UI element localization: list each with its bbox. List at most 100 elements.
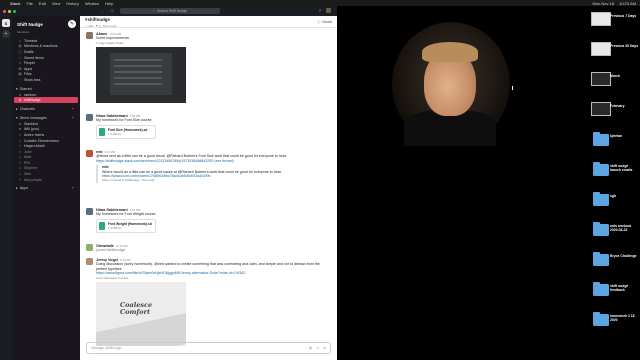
zoom-window-button[interactable] <box>13 9 16 13</box>
avatar[interactable] <box>86 114 93 121</box>
webcam-person-hair <box>422 42 478 62</box>
menu-help[interactable]: Help <box>105 1 113 6</box>
avatar[interactable] <box>86 32 93 39</box>
sidebar-item-label: Apps <box>24 66 33 71</box>
file-attachment[interactable]: Font Weight (Homework).sd 1.9 MB Zip <box>96 218 156 233</box>
caret-right-icon: ▸ <box>16 106 18 111</box>
message-author[interactable]: Nima Sakhtemani <box>96 114 128 118</box>
desktop-item-label: sgh <box>610 194 617 198</box>
workspace-name[interactable]: Shift Nudge <box>17 22 43 27</box>
search-icon: ⌕ <box>152 9 155 13</box>
desktop-item-label: Bryce Challenge <box>610 254 637 258</box>
poster-title-2: Comfort <box>120 308 150 317</box>
presence-icon: ○ <box>18 149 22 154</box>
add-people-item[interactable]: + Add people <box>12 177 80 183</box>
presence-icon: ● <box>18 127 22 132</box>
message-composer[interactable]: Message #shiftnudge @ ☺ ⊕ <box>86 342 331 354</box>
avatar[interactable] <box>86 208 93 215</box>
emoji-icon[interactable]: ☺ <box>316 346 319 350</box>
message-author[interactable]: Olowdaile <box>96 244 114 248</box>
add-dm-icon[interactable]: + <box>72 116 74 120</box>
folder-icon <box>593 192 609 206</box>
sidebar-channel-shiftnudge[interactable]: # shiftnudge <box>14 97 78 103</box>
message-time[interactable]: 5:40 PM <box>120 258 130 262</box>
message-time[interactable]: 11:16 AM <box>116 244 128 248</box>
file-attachment[interactable]: Font Size (Homework).sd 1.9 MB Zip <box>96 124 156 139</box>
attach-icon[interactable]: ⊕ <box>323 346 326 350</box>
message-author[interactable]: eeb <box>96 150 103 154</box>
menu-slack[interactable]: Slack <box>10 1 20 6</box>
add-workspace-icon[interactable]: + <box>2 30 10 38</box>
sidebar-item-icon: ▢ <box>18 49 22 54</box>
compose-icon[interactable]: ✎ <box>68 20 76 28</box>
starred-label: Starred <box>19 86 32 91</box>
presence-icon: ○ <box>18 138 22 143</box>
menu-history[interactable]: History <box>66 1 78 6</box>
details-button[interactable]: Details <box>322 20 332 24</box>
message-link[interactable]: https://shiftnudge.slack.com/archives/C0… <box>96 159 331 163</box>
quoted-message[interactable]: eeb Where would an a little can be a goo… <box>96 165 331 183</box>
message-time[interactable]: 10:03 AM <box>109 32 121 36</box>
workspace-switcher[interactable]: S <box>2 19 10 27</box>
plus-icon: + <box>18 177 22 182</box>
sidebar-item-icon: ⊞ <box>18 66 22 71</box>
folder-icon <box>593 282 609 296</box>
avatar[interactable] <box>326 8 331 13</box>
channel-title[interactable]: #shiftnudge <box>85 17 110 22</box>
add-channel-icon[interactable]: + <box>72 107 74 111</box>
help-icon[interactable]: ? <box>319 8 321 13</box>
desktop-item-label: homework 3 18 2020 <box>610 314 635 322</box>
desktop-item-label: February <box>610 104 625 108</box>
message-time[interactable]: 6:14 PM <box>130 208 140 212</box>
sidebar-item-icon: ☆ <box>18 55 22 60</box>
desktop-item-label: mds workout 2020-03-23 <box>610 224 632 232</box>
presence-icon: ○ <box>18 144 22 149</box>
avatar[interactable] <box>86 258 93 265</box>
message-time[interactable]: 6:12 PM <box>105 150 115 154</box>
message-sub[interactable]: 1 reply Aufgabe Today <box>96 41 331 45</box>
menu-file[interactable]: File <box>26 1 32 6</box>
menu-edit[interactable]: Edit <box>39 1 46 6</box>
quote-meta[interactable]: Share in thread in #shiftnudge · View re… <box>102 178 331 182</box>
file-icon <box>99 221 105 230</box>
apps-section[interactable]: ▸ Apps + <box>12 185 80 191</box>
message: Nima Sakhtemani 4:08 PM My homework for F… <box>86 114 331 139</box>
sidebar-item-label: Files <box>24 72 32 77</box>
message: Jenny Vogel 5:40 PM Doing discussion (sor… <box>86 258 331 347</box>
minimize-window-button[interactable] <box>8 9 11 13</box>
message-sub[interactable]: Jenny Alternative Comfort <box>96 276 331 280</box>
close-window-button[interactable] <box>3 9 6 13</box>
avatar[interactable] <box>86 244 93 251</box>
file-meta: 1.9 MB Zip <box>108 131 122 136</box>
hash-icon: # <box>19 92 21 97</box>
sidebar-item-show-less[interactable]: ⋮ Show less <box>12 77 80 83</box>
message: Akane 10:03 AM Some improvements 1 reply … <box>86 32 331 104</box>
sidebar-item-icon: @ <box>18 44 22 49</box>
sidebar-dm-label: Stephen <box>24 166 38 171</box>
avatar[interactable] <box>86 150 93 157</box>
desktop-item-label: Previous 7 Days <box>610 14 637 18</box>
channels-section[interactable]: ▸ Channels + <box>12 106 80 112</box>
search-placeholder: Search Shift Nudge <box>156 9 188 13</box>
workspace-rail: S + <box>0 16 12 360</box>
message-author[interactable]: Akane <box>96 32 107 36</box>
search-bar[interactable]: ⌕ Search Shift Nudge <box>120 8 220 14</box>
history-arrows[interactable]: ← → ◷ <box>100 8 114 13</box>
image-file-icon <box>591 72 611 86</box>
menu-window[interactable]: Window <box>85 1 99 6</box>
caret-down-icon: ▾ <box>16 86 18 91</box>
mention-icon[interactable]: @ <box>309 346 312 350</box>
image-attachment[interactable]: Coalesce Comfort <box>96 282 186 347</box>
info-icon[interactable]: ⓘ <box>317 19 320 24</box>
sidebar-dm-label: Slackbot <box>24 121 38 126</box>
channel-view: #shiftnudge ☆ 236 · ⚑ 3 · Add a topic ⓘ … <box>80 16 337 360</box>
message: Olowdaile 11:16 AM joined #shiftnudge. <box>86 244 331 253</box>
screenshot-attachment[interactable] <box>96 47 186 104</box>
add-app-icon[interactable]: + <box>72 186 74 190</box>
message-author[interactable]: Jenny Vogel <box>96 258 118 262</box>
presence-icon: ○ <box>18 155 22 160</box>
message-author[interactable]: Nima Sakhtemani <box>96 208 128 212</box>
message-time[interactable]: 4:08 PM <box>130 114 140 118</box>
menu-view[interactable]: View <box>52 1 61 6</box>
slack-window: ← → ◷ ⌕ Search Shift Nudge ? S + Shift N… <box>0 6 337 360</box>
